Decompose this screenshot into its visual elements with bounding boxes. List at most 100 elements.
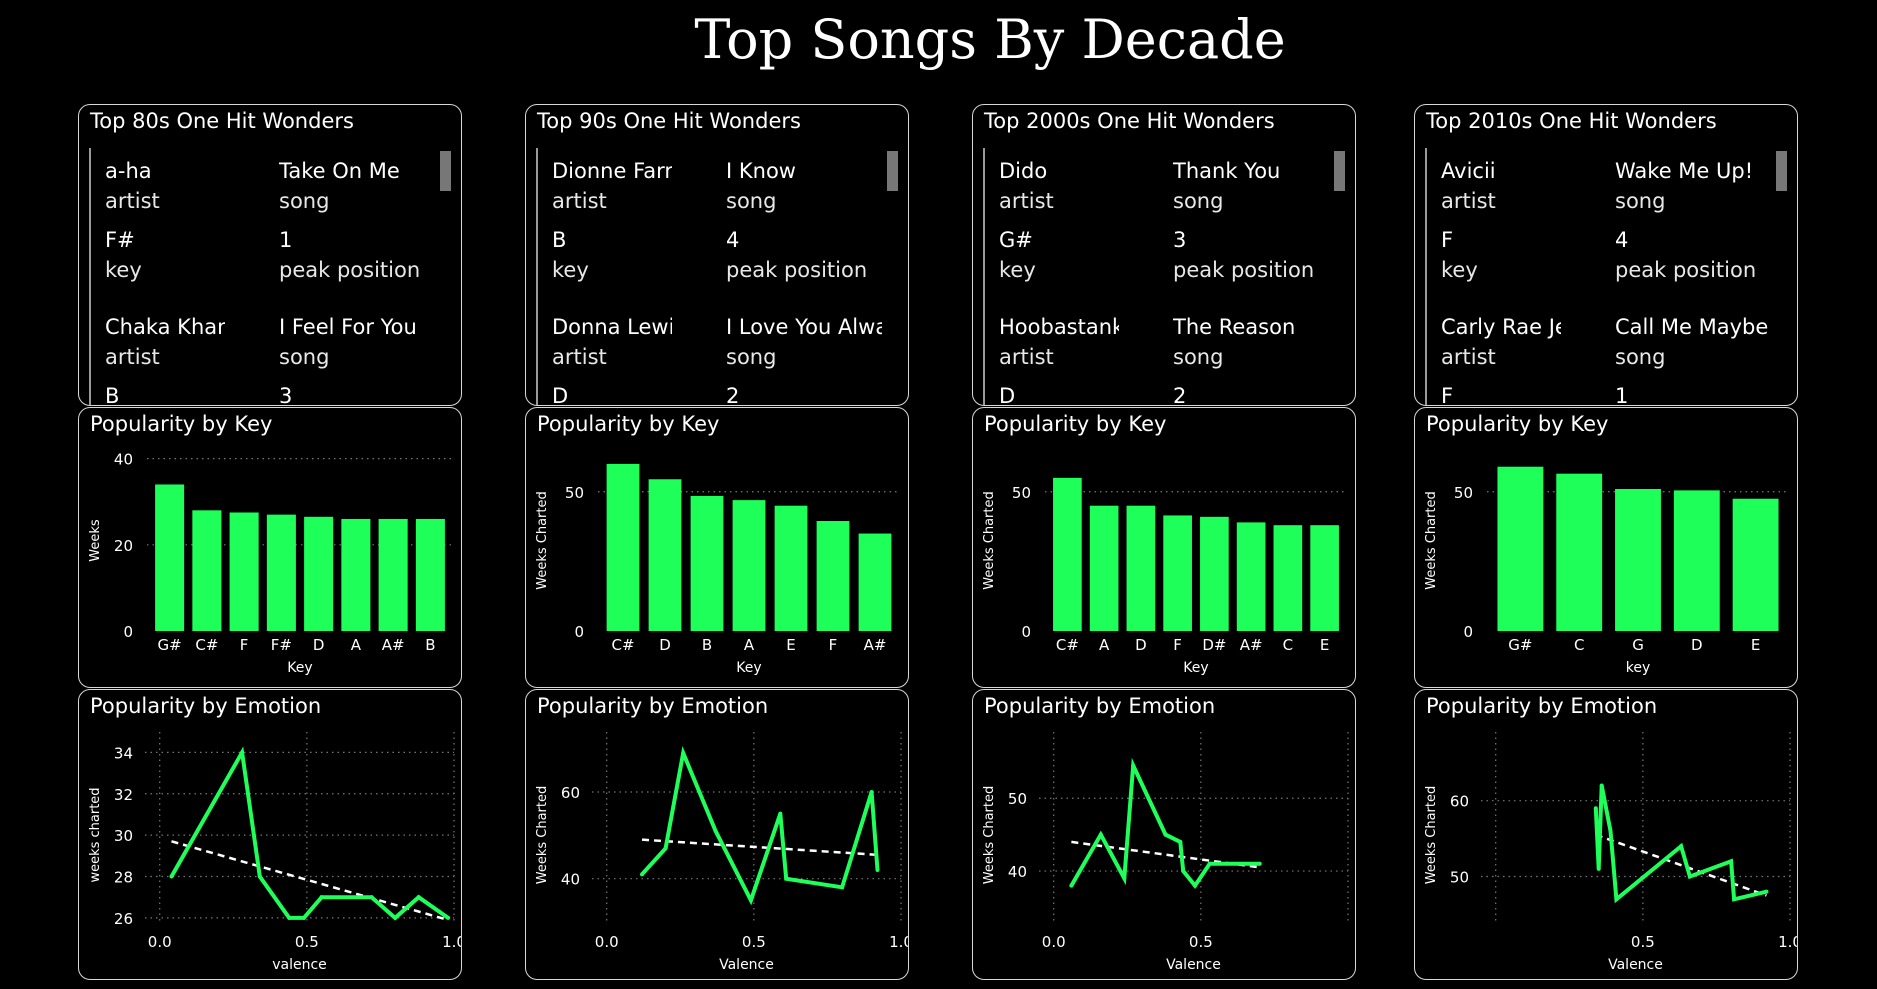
bar[interactable] (1615, 488, 1661, 631)
bar[interactable] (192, 510, 222, 631)
data-point[interactable] (416, 895, 421, 900)
bar[interactable] (1310, 525, 1339, 631)
bar[interactable] (1053, 477, 1082, 631)
cards-list[interactable]: Dionne Farris artist I Know song Bkey 4 peak p… (536, 148, 882, 405)
bar[interactable] (1732, 498, 1779, 631)
series-line[interactable] (169, 746, 450, 921)
data-point[interactable] (1069, 883, 1074, 888)
bar[interactable] (229, 512, 259, 631)
data-point[interactable] (1207, 861, 1212, 866)
cards-list[interactable]: Avicii artist Wake Me Up! song Fkey 4 peak pos… (1425, 148, 1771, 405)
data-point[interactable] (169, 874, 174, 879)
bar[interactable] (378, 518, 408, 631)
data-point[interactable] (1122, 876, 1127, 881)
bar[interactable] (1556, 473, 1603, 631)
bar[interactable] (415, 518, 445, 631)
entry-key: Dkey (552, 381, 589, 405)
data-point[interactable] (1257, 861, 1262, 866)
bar[interactable] (858, 533, 892, 631)
entry-artist-label: artist (1441, 189, 1496, 213)
bar-chart: 0 50 C# D B A E F A# Key Weeks Charted (535, 463, 900, 676)
x-tick-label: A (351, 636, 362, 654)
bar[interactable] (774, 505, 808, 631)
y-tick-label: 28 (114, 869, 133, 887)
data-point[interactable] (1732, 897, 1737, 902)
bar[interactable] (690, 495, 724, 631)
cards-list[interactable]: a-ha artist Take On Me song F# key 1 peak posit… (89, 148, 435, 405)
bar[interactable] (155, 484, 185, 631)
bar[interactable] (1200, 516, 1229, 631)
bar[interactable] (816, 521, 850, 631)
x-tick-label: D (659, 636, 671, 654)
data-point[interactable] (663, 846, 668, 851)
y-tick-label: 60 (561, 784, 580, 802)
bar[interactable] (1273, 525, 1303, 631)
series-line[interactable] (1593, 785, 1767, 904)
data-point[interactable] (1163, 832, 1168, 837)
bar[interactable] (1673, 490, 1720, 631)
data-point[interactable] (875, 868, 880, 872)
data-point[interactable] (784, 876, 789, 881)
data-point[interactable] (257, 874, 262, 879)
data-point[interactable] (1764, 889, 1769, 894)
entry-peak-label: peak position (279, 258, 421, 282)
data-point[interactable] (369, 895, 374, 900)
x-axis-label: Key (736, 660, 761, 676)
data-point[interactable] (840, 885, 845, 890)
data-point[interactable] (1596, 866, 1601, 871)
entry-artist-value: Dido (999, 159, 1048, 183)
cards-title: Top 80s One Hit Wonders (90, 109, 354, 133)
data-point[interactable] (1181, 869, 1186, 874)
series-line[interactable] (1069, 757, 1260, 889)
data-point[interactable] (1599, 783, 1604, 788)
data-point[interactable] (681, 751, 686, 755)
entry-key-label: key (999, 258, 1036, 282)
bar[interactable] (648, 479, 682, 631)
data-point[interactable] (446, 915, 451, 920)
entry-song-label: song (1173, 345, 1224, 369)
scrollbar-thumb[interactable] (1334, 151, 1345, 191)
series-line[interactable] (640, 746, 880, 906)
bar[interactable] (266, 514, 296, 631)
bar[interactable] (1163, 515, 1192, 631)
bar[interactable] (606, 463, 640, 631)
bar-chart: 0 20 40 G# C# F F# D A A# B Key Weeks (88, 451, 453, 676)
data-point[interactable] (287, 915, 292, 920)
entry-key-value: G# (999, 228, 1033, 252)
data-point[interactable] (319, 895, 324, 900)
scrollbar-thumb[interactable] (440, 151, 451, 191)
data-point[interactable] (1614, 897, 1619, 902)
data-point[interactable] (1729, 859, 1734, 864)
data-point[interactable] (1098, 832, 1103, 837)
data-point[interactable] (1679, 844, 1684, 849)
data-point[interactable] (1131, 763, 1136, 768)
data-point[interactable] (393, 915, 398, 920)
data-point[interactable] (1593, 806, 1598, 811)
data-point[interactable] (1192, 883, 1197, 888)
y-tick-label: 34 (114, 744, 133, 762)
cards-list[interactable]: Dido artist Thank You song G# key 3 peak positi… (983, 148, 1329, 405)
x-tick-label: A (744, 636, 755, 654)
list-item: Carly Rae Jep… artist Call Me Maybe song Fke… (1425, 304, 1771, 405)
data-point[interactable] (1608, 829, 1613, 833)
data-point[interactable] (1687, 874, 1692, 879)
bar[interactable] (304, 516, 334, 631)
scrollbar-thumb[interactable] (887, 151, 898, 191)
bar[interactable] (1497, 466, 1544, 631)
bar[interactable] (1126, 505, 1156, 631)
x-axis-label: Key (287, 660, 312, 676)
scrollbar-thumb[interactable] (1776, 151, 1787, 191)
data-point[interactable] (713, 829, 718, 833)
data-point[interactable] (1178, 839, 1183, 844)
bar[interactable] (1089, 505, 1119, 631)
bar[interactable] (1236, 522, 1266, 631)
data-point[interactable] (778, 811, 783, 816)
bar[interactable] (732, 500, 766, 631)
data-point[interactable] (301, 915, 306, 920)
data-point[interactable] (640, 872, 645, 877)
page-title: Top Songs By Decade (694, 8, 1286, 71)
bar[interactable] (341, 518, 371, 631)
data-point[interactable] (240, 750, 245, 755)
data-point[interactable] (748, 898, 753, 903)
data-point[interactable] (869, 790, 874, 794)
